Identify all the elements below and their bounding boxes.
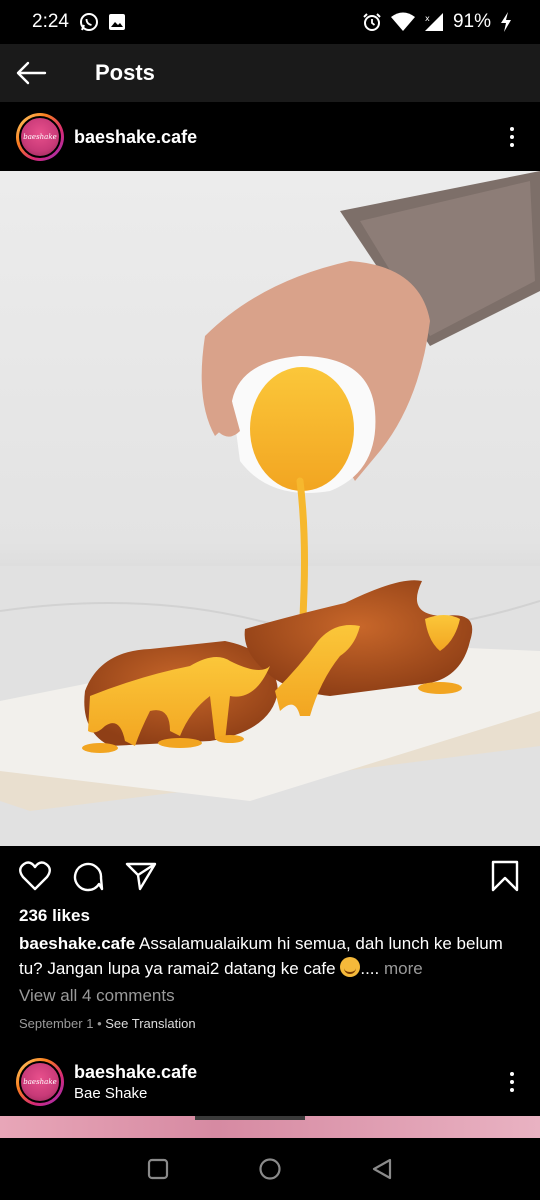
page-title: Posts — [95, 60, 155, 85]
bookmark-icon[interactable] — [488, 859, 522, 893]
signal-icon: x — [424, 12, 444, 32]
share-icon[interactable] — [124, 859, 158, 893]
gallery-icon — [108, 14, 125, 30]
see-translation-link[interactable]: See Translation — [105, 1016, 195, 1031]
food-photo — [0, 171, 540, 846]
back-arrow-icon[interactable] — [0, 44, 62, 102]
back-icon[interactable] — [369, 1156, 395, 1182]
next-post-names: baeshake.cafe Bae Shake — [74, 1062, 197, 1102]
whatsapp-icon — [79, 12, 99, 32]
app-bar: Posts — [0, 44, 540, 102]
battery-percent: 91% — [452, 11, 491, 32]
charging-icon — [500, 12, 512, 32]
next-post-username[interactable]: baeshake.cafe — [74, 1062, 197, 1083]
alarm-icon — [362, 12, 382, 32]
more-options-icon[interactable] — [500, 117, 524, 157]
next-post-header: baeshake baeshake.cafe Bae Shake — [0, 1050, 540, 1114]
post-actions — [0, 846, 540, 906]
home-icon[interactable] — [257, 1156, 283, 1182]
status-bar: 2:24 x 91% — [0, 0, 540, 44]
next-avatar-logo: baeshake — [19, 1061, 61, 1103]
post-date: September 1 — [19, 1016, 94, 1031]
post-header: baeshake baeshake.cafe — [0, 103, 540, 171]
next-more-options-icon[interactable] — [500, 1062, 524, 1102]
post-username[interactable]: baeshake.cafe — [74, 127, 197, 148]
meta-separator: • — [97, 1016, 102, 1031]
caption-more-link[interactable]: more — [379, 959, 423, 978]
view-comments-link[interactable]: View all 4 comments — [19, 986, 175, 1006]
next-post-avatar[interactable]: baeshake — [16, 1058, 64, 1106]
svg-text:x: x — [425, 14, 430, 23]
wifi-icon — [390, 12, 415, 32]
caption-ellipsis: .... — [360, 959, 380, 978]
next-post-location[interactable]: Bae Shake — [74, 1085, 197, 1102]
system-nav-bar — [0, 1138, 540, 1200]
avatar-logo: baeshake — [19, 116, 61, 158]
smiling-face-hearts-icon — [340, 957, 361, 977]
status-time: 2:24 — [32, 11, 69, 32]
post-caption: baeshake.cafe Assalamualaikum hi semua, … — [19, 931, 524, 981]
likes-count[interactable]: 236 likes — [19, 906, 90, 926]
post-image[interactable] — [0, 171, 540, 846]
post-meta: September 1 • See Translation — [19, 1016, 196, 1031]
recents-icon[interactable] — [145, 1156, 171, 1182]
avatar[interactable]: baeshake — [16, 113, 64, 161]
next-post-image[interactable] — [0, 1116, 540, 1138]
heart-icon[interactable] — [18, 859, 52, 893]
caption-username[interactable]: baeshake.cafe — [19, 934, 135, 953]
comment-icon[interactable] — [71, 859, 105, 893]
